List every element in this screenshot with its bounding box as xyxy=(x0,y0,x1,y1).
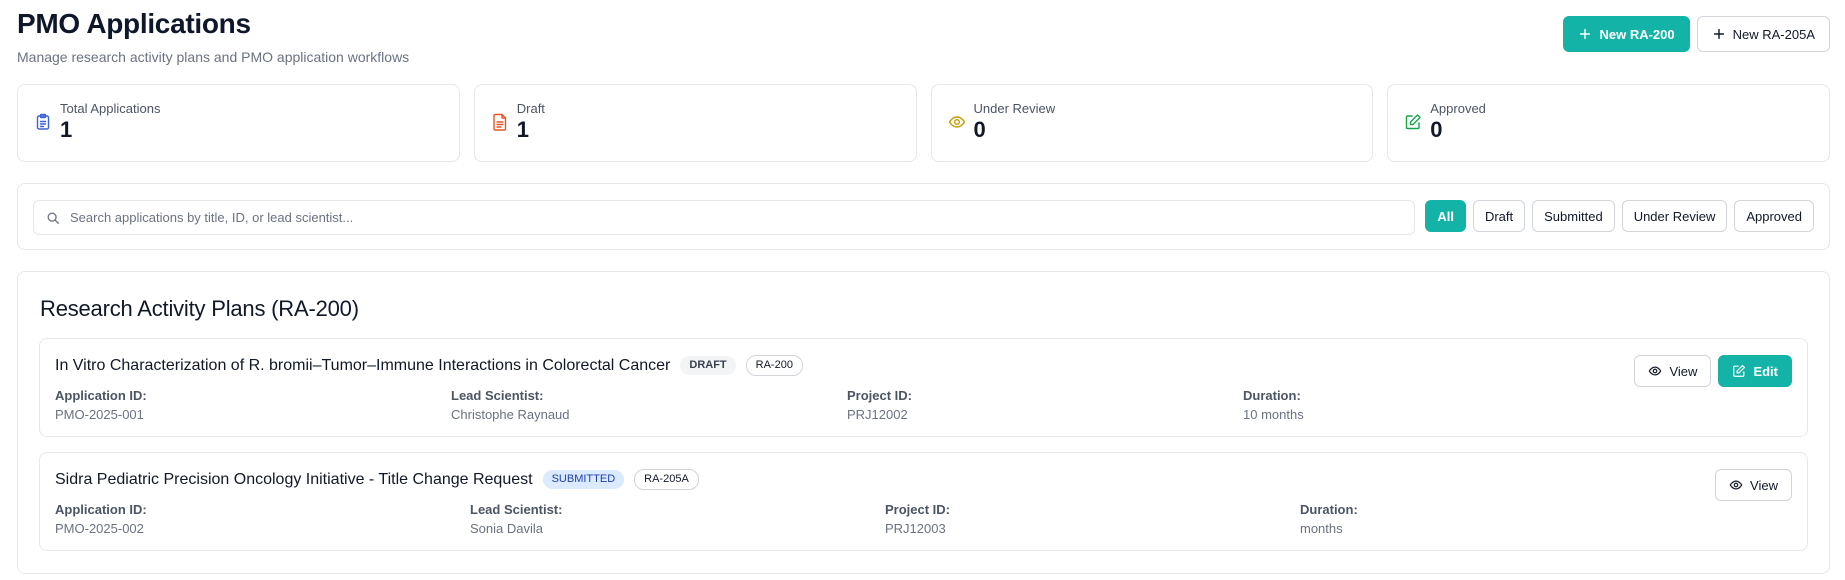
status-badge: SUBMITTED xyxy=(542,470,625,489)
application-fields: Application ID: PMO-2025-001 Lead Scient… xyxy=(55,388,1443,423)
stat-value: 1 xyxy=(60,117,73,142)
edit-button[interactable]: Edit xyxy=(1718,355,1792,387)
eye-icon xyxy=(1729,480,1743,490)
view-button[interactable]: View xyxy=(1634,355,1712,387)
field-duration: Duration: 10 months xyxy=(1243,388,1304,422)
stat-label: Draft xyxy=(516,101,545,116)
view-button[interactable]: View xyxy=(1715,469,1792,501)
new-ra205a-label: New RA-205A xyxy=(1732,26,1815,42)
new-ra200-label: New RA-200 xyxy=(1599,26,1675,42)
view-label: View xyxy=(1750,477,1778,493)
field-application-id: Application ID: PMO-2025-002 xyxy=(55,502,147,536)
filter-under-review[interactable]: Under Review xyxy=(1621,200,1728,232)
eye-icon xyxy=(1649,366,1662,376)
section-title: Research Activity Plans (RA-200) xyxy=(40,296,359,321)
stats-row: Total Applications 1 Draft 1 Under Revie… xyxy=(17,84,1830,162)
form-badge: RA-205A xyxy=(634,469,699,490)
edit-icon xyxy=(1733,364,1746,377)
clipboard-icon xyxy=(34,113,52,131)
field-project-id: Project ID: PRJ12002 xyxy=(847,388,913,422)
stat-card-under-review: Under Review 0 xyxy=(930,84,1374,162)
filter-submitted[interactable]: Submitted xyxy=(1532,200,1615,232)
filter-draft[interactable]: Draft xyxy=(1472,200,1526,232)
stat-value: 0 xyxy=(973,117,986,142)
plus-icon xyxy=(1713,28,1724,40)
field-lead-scientist: Lead Scientist: Christophe Raynaud xyxy=(451,388,570,422)
application-card: In Vitro Characterization of R. bromii–T… xyxy=(39,338,1808,437)
eye-icon xyxy=(948,113,966,131)
stat-value: 0 xyxy=(1430,117,1443,142)
field-duration: Duration: months xyxy=(1300,502,1358,536)
application-title: Sidra Pediatric Precision Oncology Initi… xyxy=(55,470,533,488)
stat-label: Approved xyxy=(1430,101,1486,116)
stat-value: 1 xyxy=(516,117,529,142)
field-lead-scientist: Lead Scientist: Sonia Davila xyxy=(470,502,563,536)
row-actions: View Edit xyxy=(1634,355,1792,387)
page-title: PMO Applications xyxy=(17,8,251,39)
stat-card-approved: Approved 0 xyxy=(1387,84,1830,162)
search-filter-bar: All Draft Submitted Under Review Approve… xyxy=(17,183,1830,250)
stat-label: Under Review xyxy=(973,101,1056,116)
file-text-icon xyxy=(491,113,509,131)
row-actions: View xyxy=(1715,469,1792,501)
page-header: PMO Applications Manage research activit… xyxy=(17,7,409,65)
view-label: View xyxy=(1669,363,1698,379)
application-title: In Vitro Characterization of R. bromii–T… xyxy=(55,356,671,374)
status-filters: All Draft Submitted Under Review Approve… xyxy=(1425,200,1814,232)
search-box[interactable] xyxy=(33,200,1415,235)
field-project-id: Project ID: PRJ12003 xyxy=(885,502,951,536)
stat-label: Total Applications xyxy=(60,101,161,116)
filter-approved[interactable]: Approved xyxy=(1734,200,1814,232)
search-icon xyxy=(47,212,59,224)
new-ra200-button[interactable]: New RA-200 xyxy=(1563,16,1690,52)
application-fields: Application ID: PMO-2025-002 Lead Scient… xyxy=(55,502,1500,537)
edit-check-icon xyxy=(1404,113,1422,131)
new-ra205a-button[interactable]: New RA-205A xyxy=(1696,16,1830,52)
application-card: Sidra Pediatric Precision Oncology Initi… xyxy=(39,452,1808,551)
field-application-id: Application ID: PMO-2025-001 xyxy=(55,388,147,422)
stat-card-draft: Draft 1 xyxy=(473,84,917,162)
filter-all[interactable]: All xyxy=(1425,200,1466,232)
plus-icon xyxy=(1580,28,1591,40)
search-input[interactable] xyxy=(70,210,1370,225)
edit-label: Edit xyxy=(1753,363,1778,379)
status-badge: DRAFT xyxy=(680,356,736,375)
page-subtitle: Manage research activity plans and PMO a… xyxy=(17,49,410,65)
applications-section: Research Activity Plans (RA-200) In Vitr… xyxy=(17,271,1830,574)
form-badge: RA-200 xyxy=(745,355,803,376)
stat-card-total: Total Applications 1 xyxy=(17,84,460,162)
header-actions: New RA-200 New RA-205A xyxy=(1563,16,1830,52)
